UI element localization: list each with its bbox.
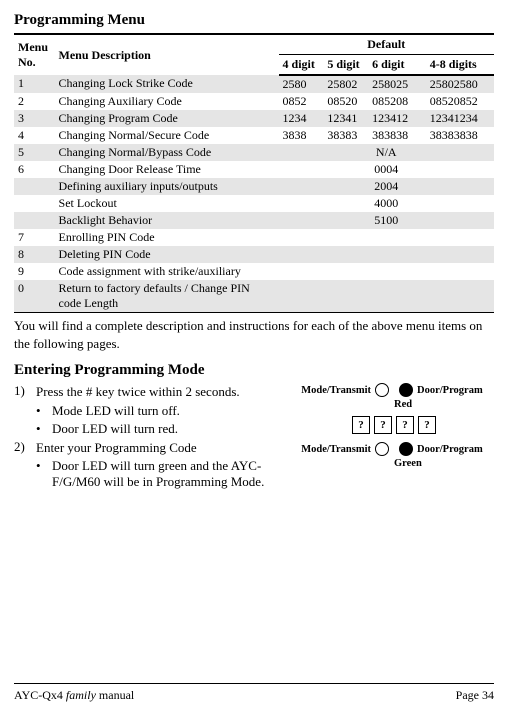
door-led-label-2: Door/Program [413, 444, 494, 455]
table-row: 5Changing Normal/Bypass CodeN/A [14, 144, 494, 161]
door-led-circle-green [399, 442, 413, 456]
step1-text: Press the # key twice within 2 seconds. [36, 383, 284, 401]
table-row: 6Changing Door Release Time0004 [14, 161, 494, 178]
body-paragraph: You will find a complete description and… [14, 317, 494, 352]
mode-led-label-2: Mode/Transmit [294, 444, 375, 455]
programming-menu-title: Programming Menu [14, 12, 494, 29]
col-5digit: 5 digit [323, 55, 368, 76]
green-label: Green [394, 458, 494, 469]
bullet-icon: • [36, 403, 52, 419]
step1-bullet1: Mode LED will turn off. [52, 403, 180, 419]
red-label: Red [394, 399, 494, 410]
step1-bullet2: Door LED will turn red. [52, 421, 178, 437]
step2-text: Enter your Programming Code [36, 439, 284, 457]
footer-page-number: Page 34 [456, 688, 494, 703]
table-row: 0Return to factory defaults / Change PIN… [14, 280, 494, 313]
bullet-icon: • [36, 421, 52, 437]
page-footer: AYC-Qx4 family manual Page 34 [14, 683, 494, 703]
door-led-circle-red [399, 383, 413, 397]
keypad-key: ? [418, 416, 436, 434]
table-row: 4Changing Normal/Secure Code383838383383… [14, 127, 494, 144]
keypad-row: ? ? ? ? [294, 416, 494, 434]
steps-left: 1) Press the # key twice within 2 second… [14, 383, 294, 492]
keypad-key: ? [374, 416, 392, 434]
mode-led-circle-2 [375, 442, 389, 456]
step2-bullet1: Door LED will turn green and the AYC- F/… [52, 458, 284, 490]
bullet-icon: • [36, 458, 52, 490]
door-led-label: Door/Program [413, 385, 494, 396]
col-48digit: 4-8 digits [426, 55, 494, 76]
led-diagram: Mode/Transmit Door/Program Red ? ? ? ? M… [294, 383, 494, 492]
table-row: 7Enrolling PIN Code [14, 229, 494, 246]
table-row: Defining auxiliary inputs/outputs2004 [14, 178, 494, 195]
entering-mode-title: Entering Programming Mode [14, 362, 494, 379]
menu-table: Menu No. Menu Description Default 4 digi… [14, 33, 494, 313]
keypad-key: ? [352, 416, 370, 434]
col-6digit: 6 digit [368, 55, 426, 76]
mode-led-circle [375, 383, 389, 397]
col-menu-no: Menu No. [14, 34, 55, 75]
table-row: 9Code assignment with strike/auxiliary [14, 263, 494, 280]
table-row: 3Changing Program Code123412341123412123… [14, 110, 494, 127]
footer-left: AYC-Qx4 family manual [14, 688, 134, 703]
table-row: 8Deleting PIN Code [14, 246, 494, 263]
table-row: Set Lockout4000 [14, 195, 494, 212]
col-menu-desc: Menu Description [55, 34, 279, 75]
col-4digit: 4 digit [279, 55, 324, 76]
table-row: Backlight Behavior5100 [14, 212, 494, 229]
table-row: 1Changing Lock Strike Code25802580225802… [14, 75, 494, 93]
step1-number: 1) [14, 383, 36, 401]
col-default: Default [279, 34, 494, 55]
step2-number: 2) [14, 439, 36, 457]
table-row: 2Changing Auxiliary Code0852085200852080… [14, 93, 494, 110]
keypad-key: ? [396, 416, 414, 434]
mode-led-label: Mode/Transmit [294, 385, 375, 396]
